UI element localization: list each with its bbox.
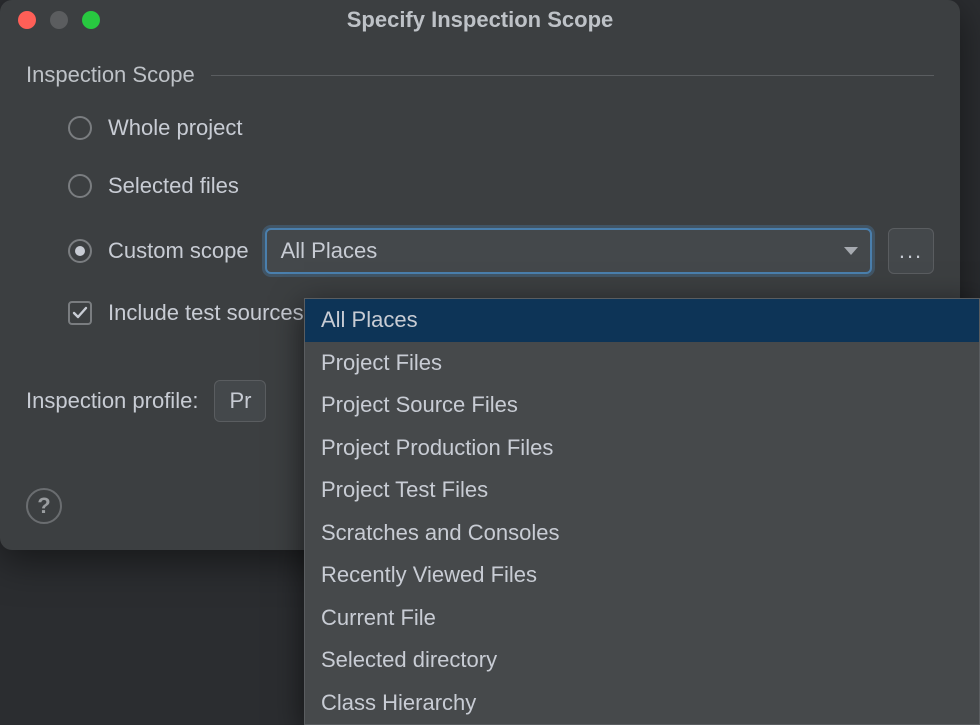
radio-row-selected-files[interactable]: Selected files [68,170,934,202]
section-divider [211,75,934,76]
radio-row-custom-scope[interactable]: Custom scope All Places ... [68,228,934,274]
window-controls [0,11,100,29]
dropdown-item[interactable]: Project Source Files [305,384,979,427]
edit-scopes-button[interactable]: ... [888,228,934,274]
custom-scope-combo-row: All Places ... [265,228,934,274]
maximize-window-button[interactable] [82,11,100,29]
radio-row-whole-project[interactable]: Whole project [68,112,934,144]
chevron-down-icon [844,247,858,255]
dropdown-item[interactable]: Project Test Files [305,469,979,512]
radio-custom-scope[interactable] [68,239,92,263]
section-header: Inspection Scope [26,62,934,88]
radio-label-selected-files[interactable]: Selected files [108,173,239,199]
dropdown-item[interactable]: Selected directory [305,639,979,682]
minimize-window-button[interactable] [50,11,68,29]
inspection-profile-label: Inspection profile: [26,388,198,414]
titlebar: Specify Inspection Scope [0,0,960,40]
radio-selected-files[interactable] [68,174,92,198]
section-title: Inspection Scope [26,62,195,88]
custom-scope-dropdown-popup[interactable]: All PlacesProject FilesProject Source Fi… [304,298,980,725]
custom-scope-dropdown[interactable]: All Places [265,228,872,274]
dropdown-item[interactable]: Current File [305,597,979,640]
custom-scope-value: All Places [281,238,378,264]
radio-label-whole-project[interactable]: Whole project [108,115,243,141]
dialog-title: Specify Inspection Scope [0,7,960,33]
inspection-profile-dropdown[interactable]: Pr [214,380,266,422]
dropdown-item[interactable]: All Places [305,299,979,342]
dropdown-item[interactable]: Class Hierarchy [305,682,979,725]
radio-label-custom-scope[interactable]: Custom scope [108,238,249,264]
include-tests-label[interactable]: Include test sources [108,300,304,326]
scope-radio-group: Whole project Selected files Custom scop… [26,112,934,274]
checkmark-icon [72,305,88,321]
dropdown-item[interactable]: Scratches and Consoles [305,512,979,555]
dropdown-item[interactable]: Project Files [305,342,979,385]
include-tests-checkbox[interactable] [68,301,92,325]
dropdown-item[interactable]: Project Production Files [305,427,979,470]
dropdown-item[interactable]: Recently Viewed Files [305,554,979,597]
radio-whole-project[interactable] [68,116,92,140]
help-button[interactable]: ? [26,488,62,524]
close-window-button[interactable] [18,11,36,29]
